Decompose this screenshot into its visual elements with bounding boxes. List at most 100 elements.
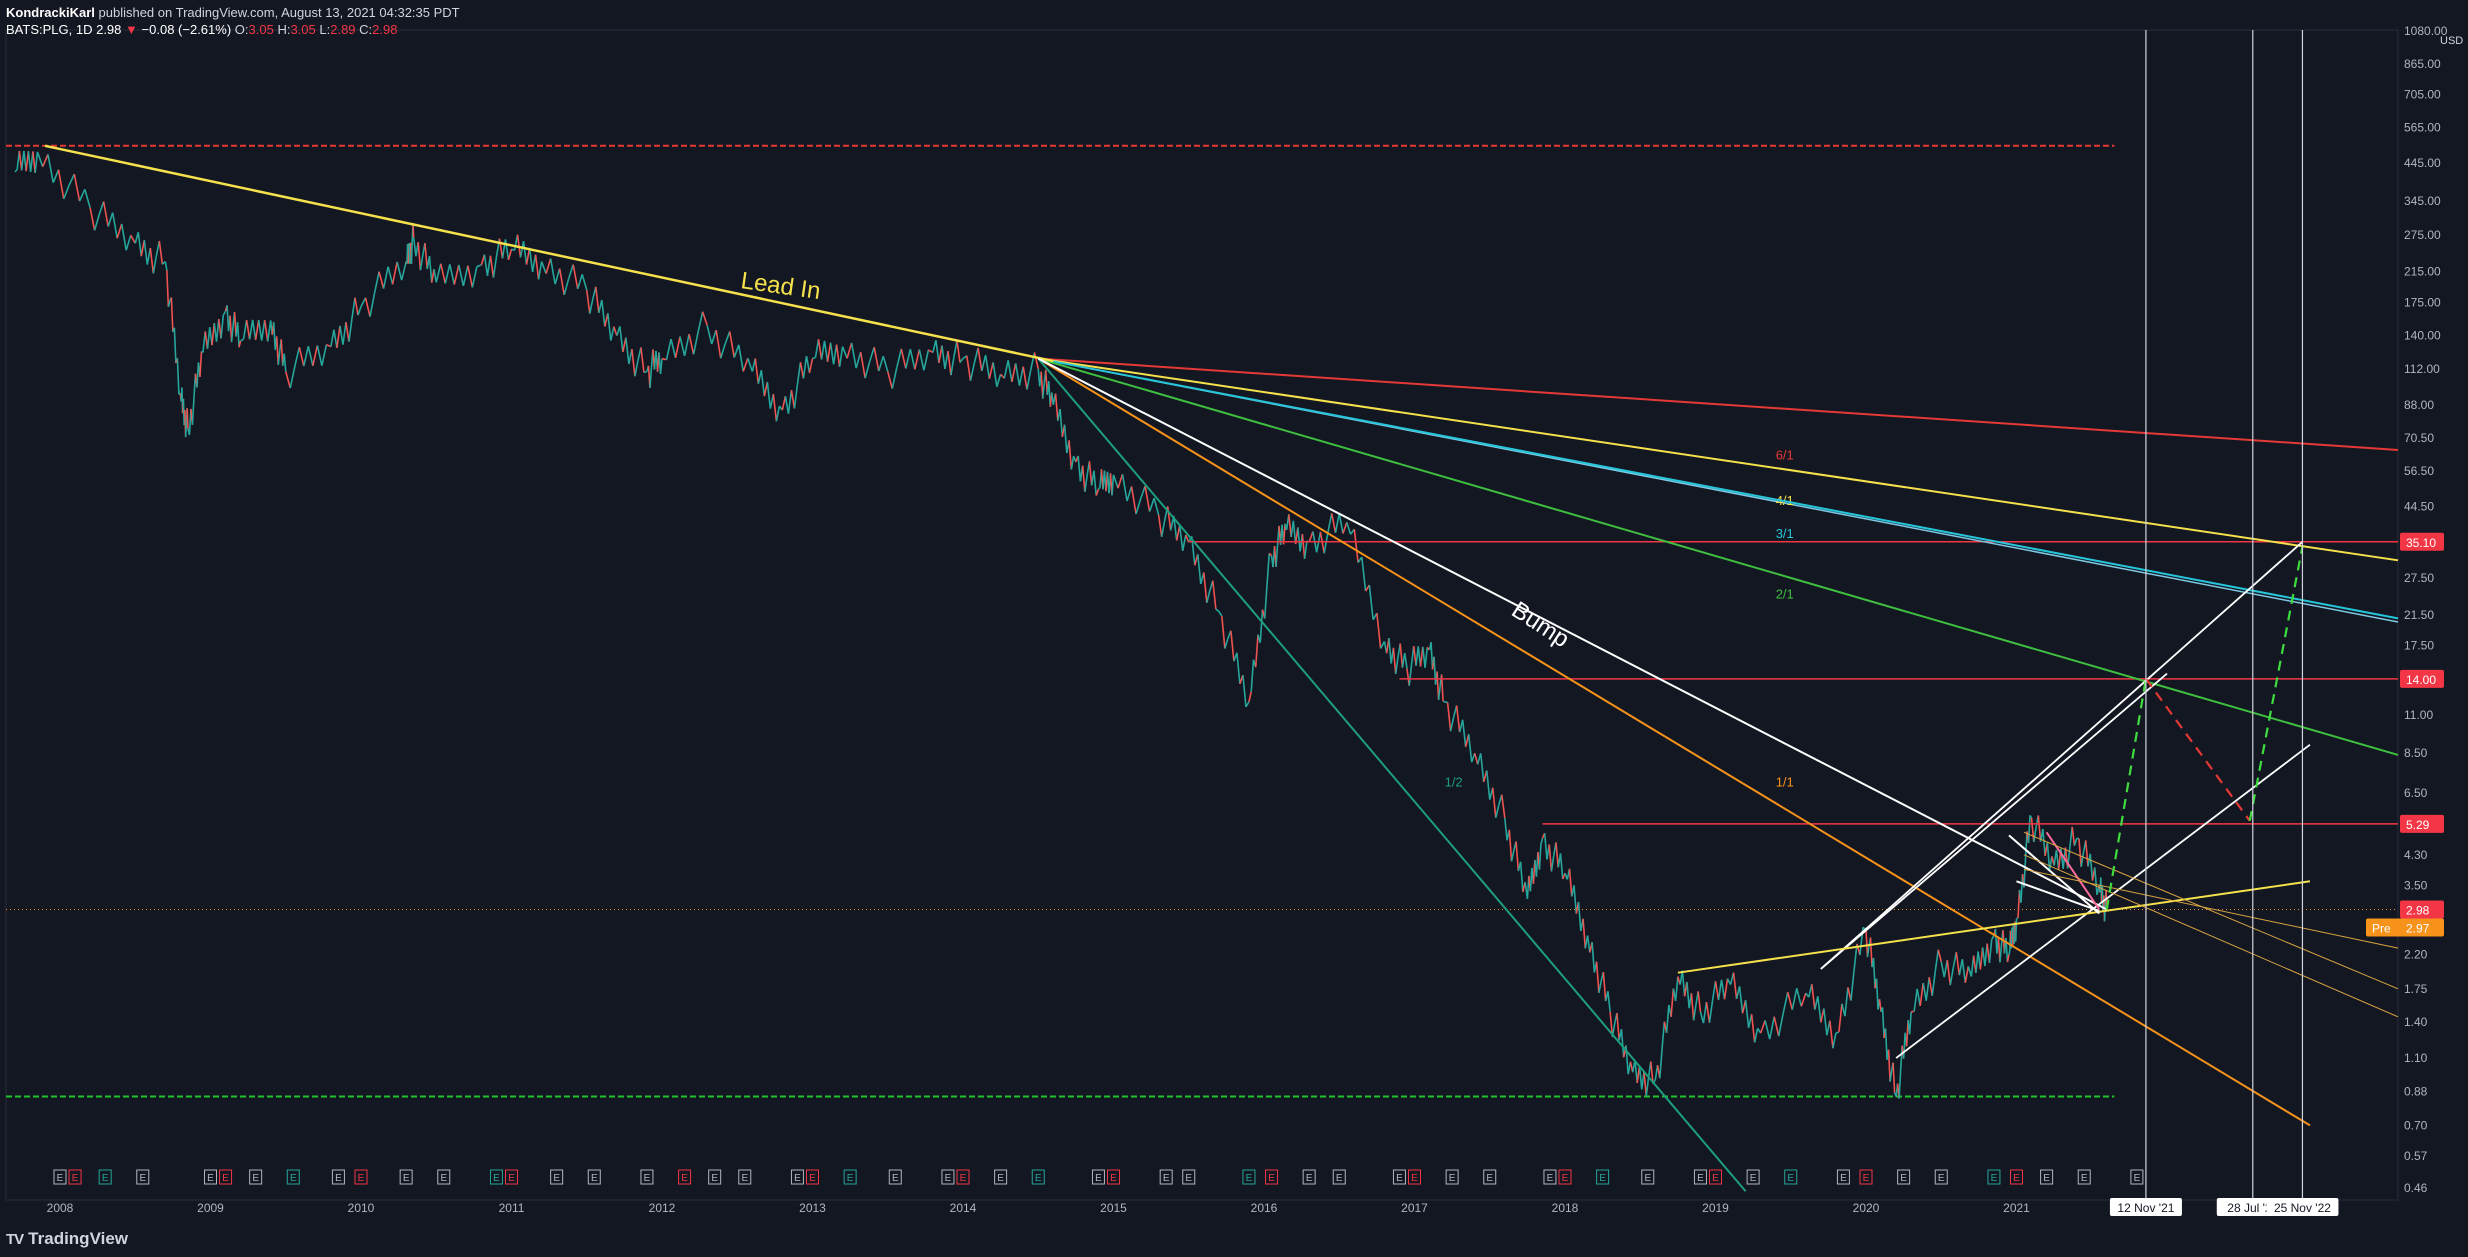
price-candle-segment xyxy=(354,297,359,316)
price-candle-segment xyxy=(1786,992,1794,1010)
price-candle-segment xyxy=(2084,840,2089,867)
price-candle-segment xyxy=(1869,937,1873,968)
price-candle-segment xyxy=(841,346,848,359)
price-candle-segment xyxy=(1829,1020,1834,1049)
price-chart[interactable]: 6/14/13/12/11/11/2Lead InBumpUSD1080.008… xyxy=(0,0,2468,1257)
earnings-badge: E xyxy=(1712,1173,1719,1184)
earnings-badge: E xyxy=(1900,1173,1907,1184)
price-candle-segment xyxy=(1508,829,1513,862)
price-candle-segment xyxy=(1949,967,1955,986)
earnings-badge: E xyxy=(794,1173,801,1184)
price-candle-segment xyxy=(1455,705,1461,733)
price-candle-segment xyxy=(956,340,961,363)
price-candle-segment xyxy=(1196,554,1202,585)
y-tick-label: 1080.00 xyxy=(2404,24,2448,38)
price-candle-segment xyxy=(692,331,699,355)
price-candle-segment xyxy=(1686,981,1690,1009)
price-candle-segment xyxy=(1097,487,1101,490)
price-candle-segment xyxy=(41,154,49,168)
price-candle-segment xyxy=(1548,844,1553,872)
price-candle-segment xyxy=(969,363,976,381)
price-candle-segment xyxy=(918,349,925,371)
price-candle-segment xyxy=(2048,856,2053,871)
price-candle-segment xyxy=(558,268,565,295)
price-candle-segment xyxy=(1620,1029,1625,1058)
price-candle-segment xyxy=(563,278,570,296)
price-candle-segment xyxy=(1674,976,1679,1002)
price-candle-segment xyxy=(965,355,972,381)
price-candle-segment xyxy=(534,254,540,280)
author-name[interactable]: KondrackiKarl xyxy=(6,5,95,20)
price-candle-segment xyxy=(89,207,96,231)
price-candle-segment xyxy=(1242,674,1247,707)
price-candle-segment xyxy=(339,325,344,345)
bump-label: Bump xyxy=(1507,596,1574,653)
price-candle-segment xyxy=(2080,852,2085,867)
price-candle-segment xyxy=(1538,844,1542,870)
price-candle-segment xyxy=(1823,1008,1828,1036)
tradingview-logo[interactable]: TV TradingView xyxy=(6,1229,128,1249)
x-tick-label: 2021 xyxy=(2003,1201,2030,1215)
price-candle-segment xyxy=(808,358,814,374)
price-candle-segment xyxy=(817,339,823,360)
price-candle-segment xyxy=(1494,804,1500,818)
price-candle-segment xyxy=(1292,520,1297,545)
price-candle-segment xyxy=(199,351,203,377)
x-tick-label: 2013 xyxy=(799,1201,826,1215)
earnings-badge: E xyxy=(440,1173,447,1184)
earnings-badge: E xyxy=(1787,1173,1794,1184)
price-candle-segment xyxy=(1203,572,1208,603)
price-candle-segment xyxy=(467,265,474,288)
earnings-badge: E xyxy=(358,1173,365,1184)
price-candle-segment xyxy=(1018,366,1024,386)
price-candle-segment xyxy=(576,274,583,290)
y-tick-label: 3.50 xyxy=(2404,878,2428,892)
x-tick-label: 2017 xyxy=(1401,1201,1428,1215)
price-candle-segment xyxy=(400,261,407,281)
price-candle-segment xyxy=(914,349,921,370)
price-candle-segment xyxy=(1236,652,1241,684)
price-candle-segment xyxy=(1266,553,1271,585)
price-candle-segment xyxy=(835,344,841,367)
price-candle-segment xyxy=(158,240,164,265)
price-candle-segment xyxy=(283,353,287,372)
price-candle-segment xyxy=(1898,1071,1902,1099)
price-candle-segment xyxy=(1230,630,1235,662)
price-candle-segment xyxy=(742,357,749,372)
price-candle-segment xyxy=(581,274,588,291)
price-badge-14: 14.00 xyxy=(2406,673,2436,687)
earnings-badge: E xyxy=(2013,1173,2020,1184)
price-candle-segment xyxy=(594,286,600,313)
price-candle-segment xyxy=(312,345,319,366)
price-candle-segment xyxy=(1591,942,1596,973)
price-candle-segment xyxy=(631,349,636,377)
price-candle-segment xyxy=(1884,1028,1888,1060)
price-candle-segment xyxy=(186,408,189,429)
price-candle-segment xyxy=(435,263,442,283)
price-candle-segment xyxy=(143,239,149,265)
price-candle-segment xyxy=(260,319,266,341)
y-tick-label: 21.50 xyxy=(2404,608,2434,622)
price-candle-segment xyxy=(483,254,489,276)
price-candle-segment xyxy=(868,346,875,362)
price-candle-segment xyxy=(996,374,1002,387)
price-candle-segment xyxy=(973,347,979,364)
price-candle-segment xyxy=(820,340,826,360)
earnings-badge: E xyxy=(681,1173,688,1184)
price-candle-segment xyxy=(1319,531,1325,554)
fan-label: 6/1 xyxy=(1776,447,1794,462)
price-candle-segment xyxy=(501,239,507,259)
price-candle-segment xyxy=(1215,608,1220,613)
last-price: 2.98 xyxy=(96,22,122,37)
price-candle-segment xyxy=(1811,984,1816,1010)
price-candle-segment xyxy=(1723,978,1729,1000)
price-candle-segment xyxy=(498,238,504,259)
price-candle-segment xyxy=(1764,1020,1771,1040)
price-candle-segment xyxy=(683,334,690,357)
date-marker-label: 25 Nov '22 xyxy=(2274,1201,2331,1215)
symbol-label[interactable]: BATS:PLG, 1D xyxy=(6,22,92,37)
price-candle-segment xyxy=(787,390,793,414)
price-candle-segment xyxy=(829,342,835,365)
price-candle-segment xyxy=(222,310,227,316)
projection-up-2 xyxy=(2248,546,2304,822)
